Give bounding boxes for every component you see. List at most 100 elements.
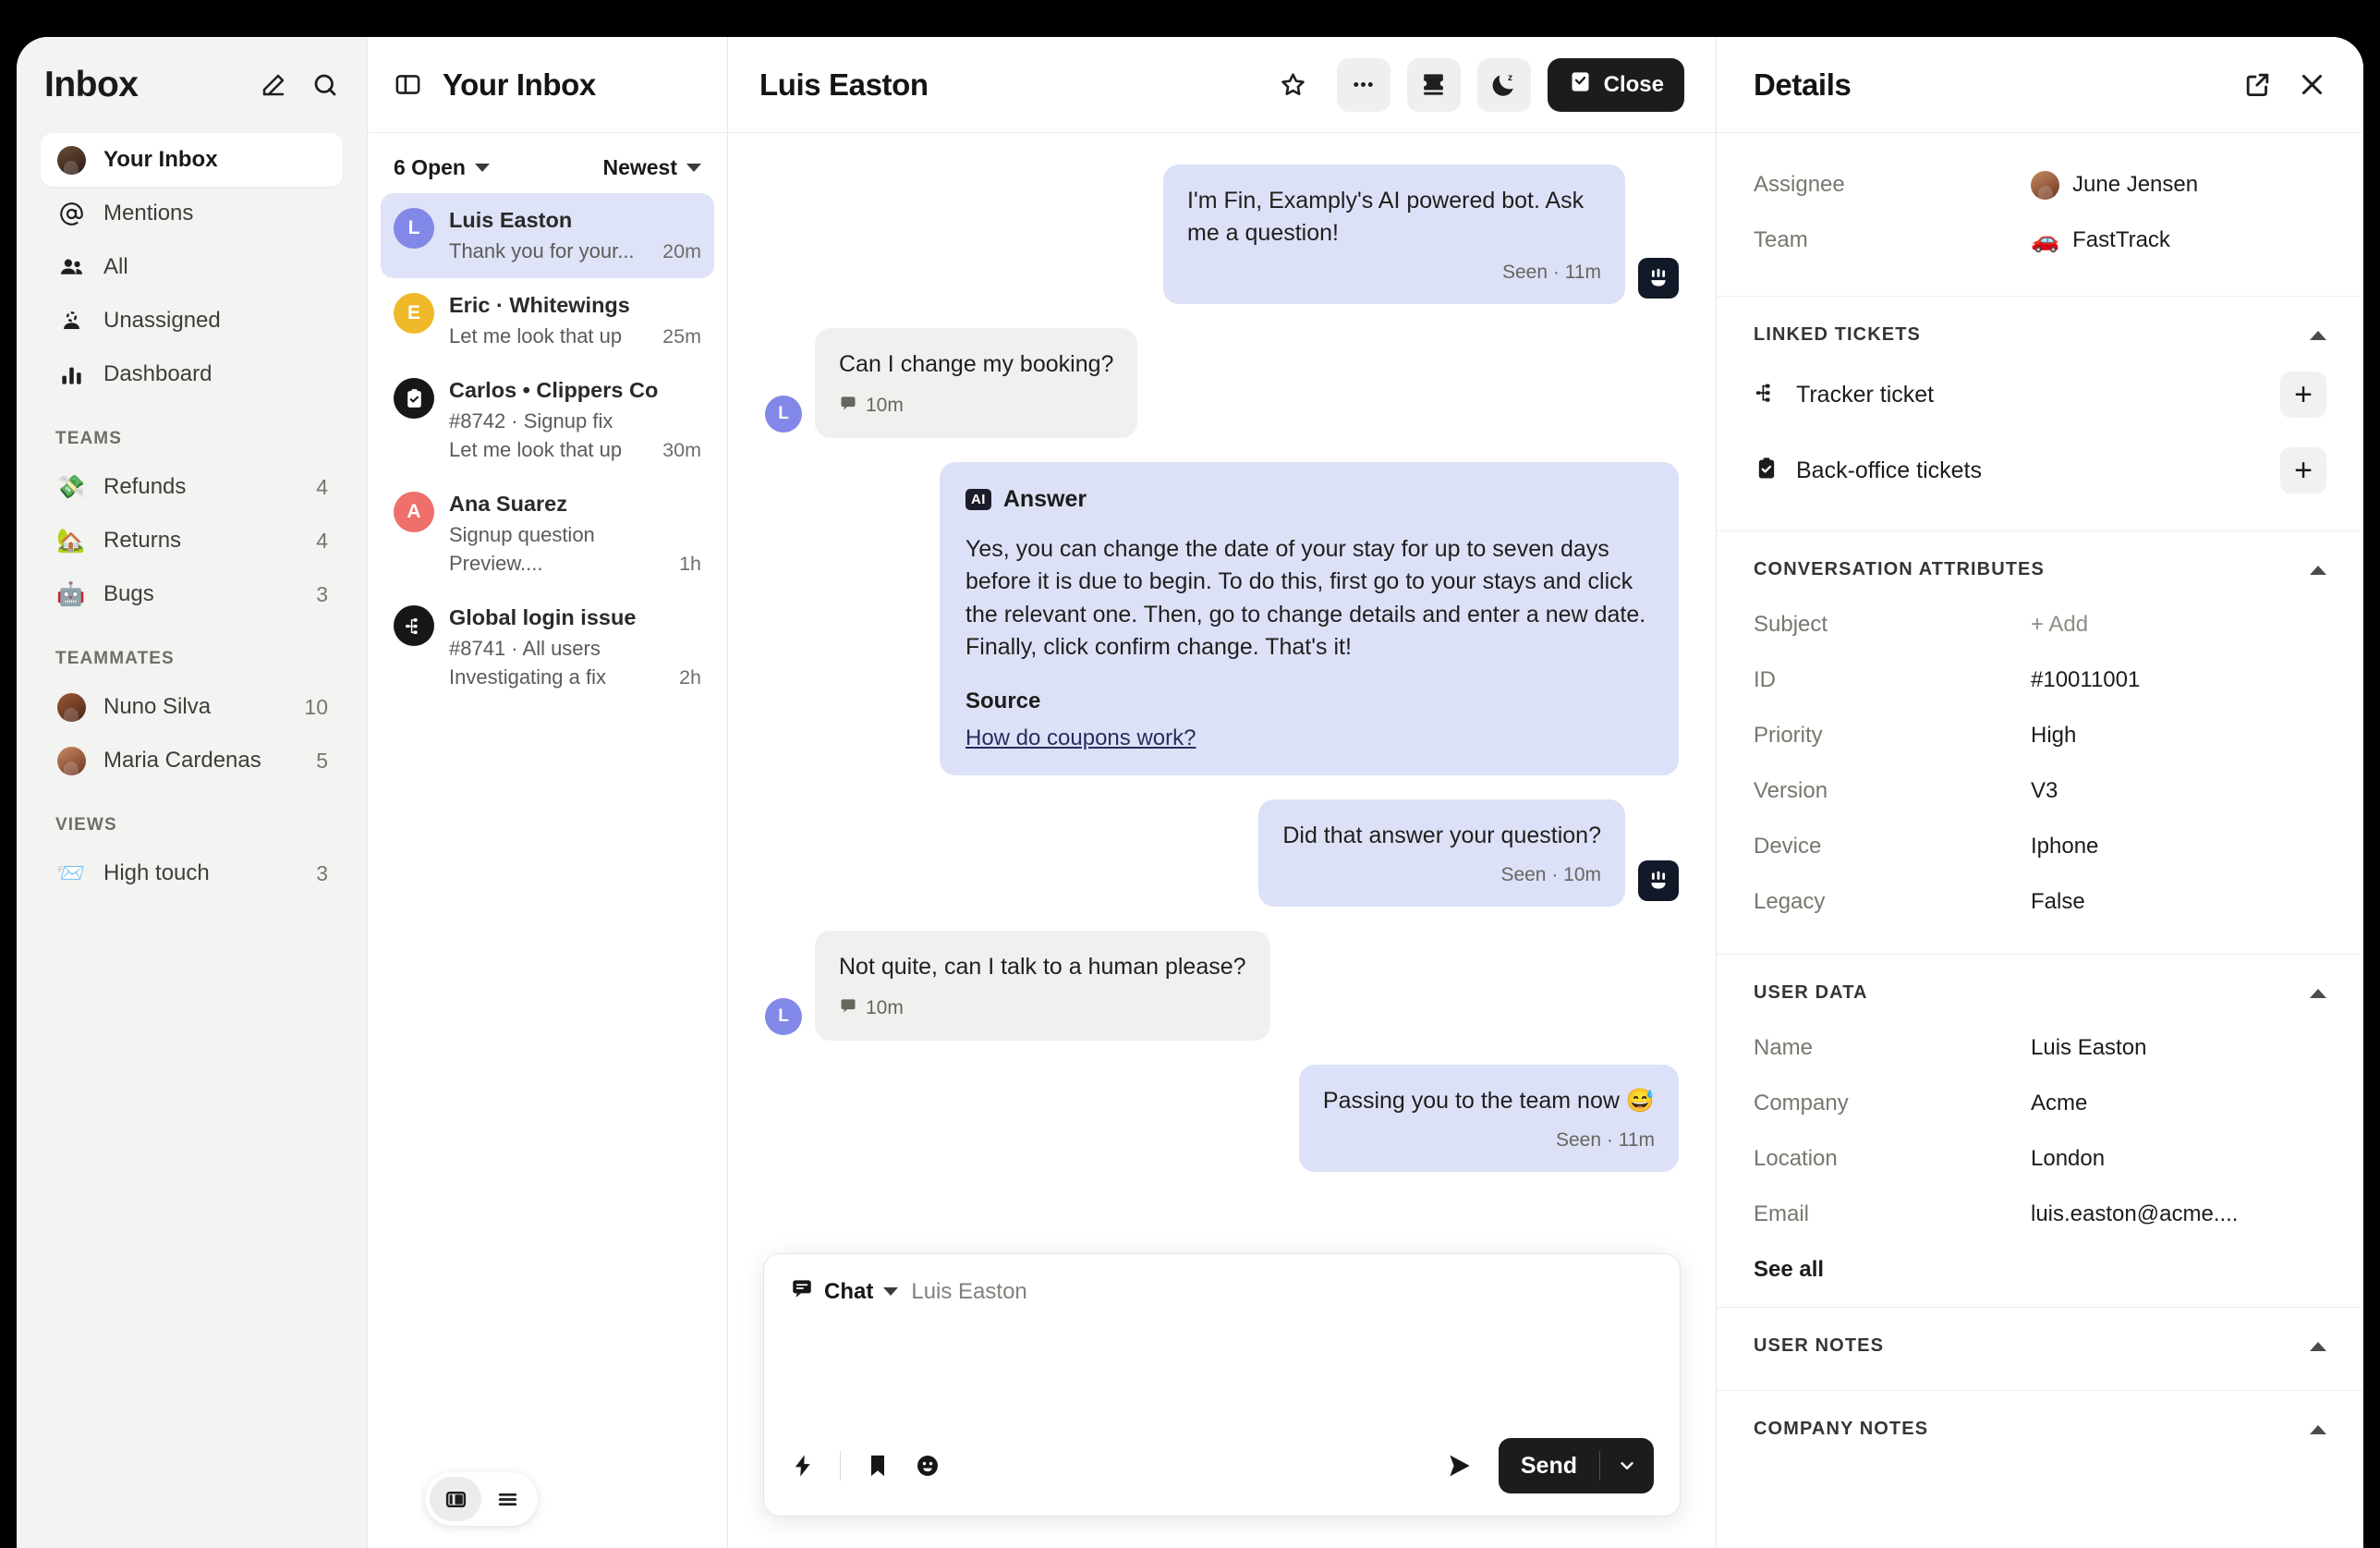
sidebar-item-label: Maria Cardenas <box>103 748 261 773</box>
section-header-user-notes[interactable]: USER NOTES <box>1717 1308 2363 1368</box>
assignee-row[interactable]: Assignee June Jensen <box>1754 157 2326 213</box>
message-bubble: Did that answer your question? Seen · 10… <box>1258 798 1625 907</box>
sidebar-item-count: 10 <box>304 694 328 719</box>
user-data-row[interactable]: Email luis.easton@acme.... <box>1754 1187 2326 1242</box>
sidebar-section-teammates: TEAMMATES <box>55 649 175 668</box>
list-item-meta: Signup question <box>449 523 595 546</box>
search-icon[interactable] <box>311 71 339 99</box>
attribute-row[interactable]: Version V3 <box>1754 763 2326 819</box>
attribute-key: Legacy <box>1754 889 1826 914</box>
channel-dropdown[interactable]: Chat <box>790 1276 899 1307</box>
sort-dropdown[interactable]: Newest <box>602 155 701 180</box>
emoji-icon[interactable] <box>915 1453 941 1479</box>
list-item[interactable]: Global login issue #8741 · All users Inv… <box>381 591 714 704</box>
section-header-company-notes[interactable]: COMPANY NOTES <box>1717 1391 2363 1451</box>
send-arrow-icon[interactable] <box>1445 1451 1475 1481</box>
add-back-office-ticket-button[interactable]: + <box>2280 447 2326 494</box>
compose-icon[interactable] <box>260 71 287 99</box>
message-text: I'm Fin, Examply's AI powered bot. Ask m… <box>1187 188 1585 246</box>
list-item-meta: #8741 · All users <box>449 637 601 660</box>
add-tracker-ticket-button[interactable]: + <box>2280 372 2326 418</box>
team-value: 🚗 FastTrack <box>2031 226 2170 253</box>
list-item-time: 2h <box>679 666 701 689</box>
list-item-name: Eric · Whitewings <box>449 293 630 317</box>
list-item[interactable]: E Eric · Whitewings Let me look that up … <box>381 278 714 363</box>
send-button-label: Send <box>1520 1452 1577 1479</box>
composer-header: Chat Luis Easton <box>790 1276 1654 1307</box>
lightning-icon[interactable] <box>790 1453 816 1479</box>
message-status: Seen · 10m <box>1500 864 1601 885</box>
close-button[interactable]: Close <box>1547 57 1684 112</box>
sidebar-item-mentions[interactable]: Mentions <box>41 187 343 240</box>
ellipsis-icon[interactable] <box>1336 57 1390 112</box>
user-data-row[interactable]: Location London <box>1754 1131 2326 1187</box>
conversation-list: L Luis Easton Thank you for your... 20m … <box>368 193 727 1548</box>
chevron-up-icon <box>2310 1341 2326 1351</box>
message-list: I'm Fin, Examply's AI powered bot. Ask m… <box>728 133 1716 1253</box>
message-time: 10m <box>866 394 904 416</box>
chat-icon <box>839 394 857 418</box>
team-row[interactable]: Team 🚗 FastTrack <box>1754 213 2326 268</box>
attribute-row[interactable]: Device Iphone <box>1754 819 2326 874</box>
split-view-icon[interactable] <box>430 1477 481 1521</box>
sidebar-item-unassigned[interactable]: Unassigned <box>41 294 343 347</box>
source-link[interactable]: How do coupons work? <box>965 725 1196 751</box>
section-header-conversation-attributes[interactable]: CONVERSATION ATTRIBUTES <box>1717 531 2363 591</box>
list-item-preview: Investigating a fix <box>449 665 606 689</box>
section-header-user-data[interactable]: USER DATA <box>1717 955 2363 1015</box>
star-icon[interactable] <box>1267 58 1320 112</box>
attribute-value[interactable]: + Add <box>2031 612 2088 638</box>
source-label: Source <box>965 688 1041 713</box>
sidebar-item-all[interactable]: All <box>41 240 343 294</box>
message-row: AI Answer Yes, you can change the date o… <box>765 461 1679 775</box>
close-x-icon[interactable] <box>2298 70 2326 99</box>
list-view-icon[interactable] <box>481 1477 533 1521</box>
list-item-time: 1h <box>679 553 701 575</box>
ticket-icon[interactable] <box>1406 57 1461 112</box>
see-all-link[interactable]: See all <box>1754 1242 2326 1283</box>
attribute-row[interactable]: Subject + Add <box>1754 597 2326 652</box>
sidebar-item-returns[interactable]: 🏡 Returns 4 <box>41 514 343 567</box>
send-button[interactable]: Send <box>1498 1438 1654 1493</box>
sidebar-item-nuno-silva[interactable]: Nuno Silva 10 <box>41 680 343 734</box>
saved-reply-icon[interactable] <box>865 1453 891 1479</box>
attribute-row[interactable]: Legacy False <box>1754 874 2326 930</box>
attribute-value: #10011001 <box>2031 667 2141 692</box>
message-bubble: I'm Fin, Examply's AI powered bot. Ask m… <box>1163 165 1625 304</box>
sidebar-item-count: 5 <box>316 748 328 773</box>
send-options-chevron-down-icon[interactable] <box>1600 1456 1654 1476</box>
back-office-tickets-row: Back-office tickets + <box>1717 433 2363 508</box>
sidebar-item-count: 4 <box>316 474 328 499</box>
list-item[interactable]: A Ana Suarez Signup question Preview....… <box>381 477 714 591</box>
sidebar-item-refunds[interactable]: 💸 Refunds 4 <box>41 460 343 514</box>
sidebar-item-high-touch[interactable]: 📨 High touch 3 <box>41 847 343 900</box>
sidebar-item-bugs[interactable]: 🤖 Bugs 3 <box>41 567 343 621</box>
user-data-row[interactable]: Company Acme <box>1754 1076 2326 1131</box>
tracker-ticket-icon <box>1754 380 1779 410</box>
sort-label: Newest <box>602 155 677 179</box>
user-data-value: Luis Easton <box>2031 1035 2147 1060</box>
section-header-linked-tickets[interactable]: LINKED TICKETS <box>1717 297 2363 357</box>
list-item[interactable]: Carlos • Clippers Co #8742 · Signup fix … <box>381 363 714 477</box>
ai-answer-title: Answer <box>1002 485 1087 512</box>
composer-input[interactable] <box>790 1307 1654 1438</box>
list-item[interactable]: L Luis Easton Thank you for your... 20m <box>381 193 714 278</box>
panel-layout-icon[interactable] <box>394 70 422 99</box>
open-external-icon[interactable] <box>2243 70 2272 99</box>
attribute-row[interactable]: ID #10011001 <box>1754 652 2326 708</box>
attribute-row[interactable]: Priority High <box>1754 708 2326 763</box>
user-data-value: Acme <box>2031 1091 2088 1115</box>
clipboard-check-icon <box>394 378 434 419</box>
status-filter-dropdown[interactable]: 6 Open <box>394 155 490 180</box>
clipboard-check-icon <box>1754 456 1779 486</box>
close-button-label: Close <box>1603 71 1664 97</box>
user-data-row[interactable]: Name Luis Easton <box>1754 1020 2326 1076</box>
user-data-key: Location <box>1754 1146 1838 1171</box>
sidebar-item-dashboard[interactable]: Dashboard <box>41 347 343 401</box>
sidebar-item-your-inbox[interactable]: Your Inbox <box>41 133 343 187</box>
moon-snooze-icon[interactable]: z <box>1476 57 1531 112</box>
list-item-name: Carlos • Clippers Co <box>449 378 659 402</box>
sidebar-section-teams: TEAMS <box>55 429 122 448</box>
car-icon: 🚗 <box>2031 226 2060 253</box>
sidebar-item-maria-cardenas[interactable]: Maria Cardenas 5 <box>41 734 343 787</box>
